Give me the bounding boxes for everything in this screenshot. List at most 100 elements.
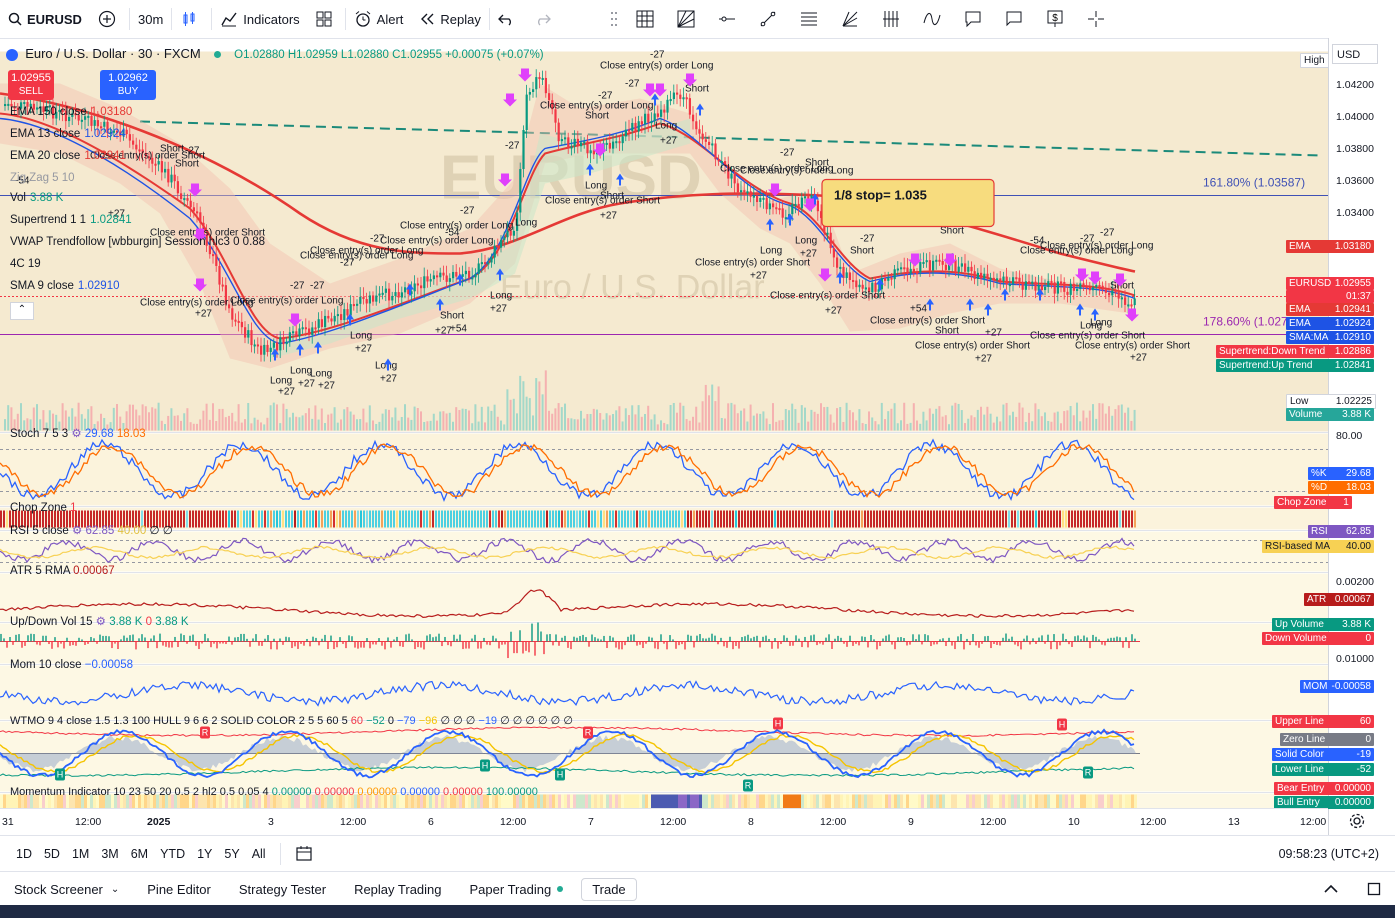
volume-bar — [570, 418, 573, 431]
volume-bar — [832, 422, 835, 431]
time-axis[interactable]: 31 12:00 2025 3 12:00 6 12:00 7 12:00 8 12:00 9 12:0… — [0, 808, 1328, 836]
range-button[interactable]: 5Y — [218, 847, 245, 861]
tab-stock-screener[interactable]: Stock Screener ⌄ — [0, 882, 133, 897]
updown-bar — [408, 633, 410, 642]
momind-value: 100.00000 — [485, 786, 538, 798]
trade-tag: Close entry(s) order Short — [870, 316, 985, 327]
legend-collapse-button[interactable]: ⌃ — [10, 302, 34, 320]
callout-button[interactable] — [955, 0, 996, 38]
chevron-down-icon: ⌄ — [110, 883, 120, 895]
range-button[interactable]: 1M — [66, 847, 95, 861]
interval-button[interactable]: 30m — [130, 0, 171, 38]
momind-legend[interactable]: Momentum Indicator 10 23 50 20 0.5 2 hl2… — [10, 786, 538, 798]
wtmo-legend[interactable]: WTMO 9 4 close 1.5 1.3 100 HULL 9 6 6 2 … — [10, 714, 573, 727]
settings-icon: ⚙ — [72, 525, 83, 537]
redo-button[interactable] — [527, 0, 564, 38]
volume-bar — [218, 408, 221, 431]
price-tick: 1.04000 — [1336, 111, 1374, 123]
range-button[interactable]: YTD — [154, 847, 191, 861]
expand-panel-button[interactable] — [1309, 884, 1353, 894]
undo-button[interactable] — [490, 0, 527, 38]
updown-bar — [456, 638, 458, 642]
tab-trade[interactable]: Trade — [581, 877, 637, 901]
atr-pane-bg — [0, 573, 1328, 622]
indicators-button[interactable]: Indicators — [212, 0, 307, 38]
legend-sma[interactable]: SMA 9 close 1.02910 — [10, 280, 265, 302]
horizontal-ray-button[interactable] — [709, 0, 750, 38]
tab-pine-editor[interactable]: Pine Editor — [133, 882, 225, 897]
updown-extra-value: 3.88 K — [155, 616, 189, 628]
tab-strategy-tester[interactable]: Strategy Tester — [225, 882, 340, 897]
stoch-tick: 80.00 — [1336, 430, 1363, 442]
crosshair-button[interactable] — [1078, 0, 1119, 38]
updown-bar — [810, 635, 812, 642]
legend-vwap[interactable]: VWAP Trendfollow [wbburgin] Session hlc3… — [10, 236, 265, 258]
rsi-legend[interactable]: RSI 5 close ⚙ 62.85 40.00 ∅ ∅ — [10, 523, 173, 537]
atr-legend[interactable]: ATR 5 RMA 0.00067 — [10, 565, 115, 577]
chop-legend[interactable]: Chop Zone 1 — [10, 502, 77, 514]
pnl-tag: -27 — [625, 79, 640, 90]
chop-bar — [1059, 510, 1061, 528]
gann-tool-button[interactable] — [668, 0, 709, 38]
mom-legend[interactable]: Mom 10 close −0.00058 — [10, 659, 133, 671]
replay-button[interactable]: Replay — [411, 0, 488, 38]
volume-bar — [752, 415, 755, 431]
price-label-button[interactable]: $ — [1037, 0, 1078, 38]
sell-button[interactable]: 1.02955 SELL — [8, 70, 54, 100]
fib-retracement-button[interactable] — [873, 0, 914, 38]
volume-bar — [688, 420, 691, 431]
range-button[interactable]: 1D — [10, 847, 38, 861]
legend-volume[interactable]: Vol 3.88 K — [10, 192, 265, 214]
stoch-legend[interactable]: Stoch 7 5 3 ⚙ 29.68 18.03 — [10, 426, 146, 440]
legend-4c[interactable]: 4C 19 — [10, 258, 265, 280]
legend-supertrend[interactable]: Supertrend 1 1 1.02841 — [10, 214, 265, 236]
updown-bar — [345, 641, 347, 649]
range-button[interactable]: 1Y — [191, 847, 218, 861]
range-button[interactable]: 5D — [38, 847, 66, 861]
date-range-button[interactable] — [289, 844, 319, 865]
drag-handle[interactable] — [606, 0, 627, 38]
table-tool-button[interactable] — [627, 0, 668, 38]
updown-bar — [132, 634, 134, 642]
fib-fan-button[interactable] — [832, 0, 873, 38]
updown-bar — [687, 634, 689, 642]
trend-line-button[interactable] — [750, 0, 791, 38]
volume-bar — [1066, 410, 1069, 431]
chop-bar — [354, 510, 356, 528]
range-button[interactable]: 6M — [125, 847, 154, 861]
updown-bar — [549, 634, 551, 642]
timezone-clock[interactable]: 09:58:23 (UTC+2) — [1279, 847, 1395, 861]
legend-ema150[interactable]: EMA 150 close 1.03180 — [10, 106, 265, 128]
volume-bar — [1018, 402, 1021, 431]
range-button[interactable]: All — [246, 847, 272, 861]
brush-button[interactable] — [914, 0, 955, 38]
alert-button[interactable]: Alert — [346, 0, 412, 38]
axis-settings-button[interactable] — [1348, 812, 1368, 832]
tab-paper-trading[interactable]: Paper Trading — [456, 882, 578, 897]
symbol-search[interactable]: EURUSD — [0, 0, 90, 38]
parallel-channel-button[interactable] — [791, 0, 832, 38]
chop-bar — [429, 510, 431, 528]
compare-button[interactable] — [90, 0, 129, 38]
trade-tag: Short — [440, 311, 464, 322]
range-button[interactable]: 3M — [95, 847, 124, 861]
chop-bar — [327, 510, 329, 528]
updown-bar — [354, 641, 356, 648]
volume-bar — [983, 414, 986, 431]
stop-annotation[interactable]: 1/8 stop= 1.035 — [821, 178, 995, 228]
comment-button[interactable] — [996, 0, 1037, 38]
volume-bar — [452, 421, 454, 431]
buy-button[interactable]: 1.02962 BUY — [100, 70, 156, 100]
currency-button[interactable]: USD — [1332, 44, 1378, 64]
tag-name: %D — [1311, 482, 1328, 493]
maximize-panel-button[interactable] — [1353, 882, 1395, 896]
legend-ema13[interactable]: EMA 13 close 1.02924 — [10, 128, 265, 150]
chop-bar — [972, 510, 974, 528]
updown-legend[interactable]: Up/Down Vol 15 ⚙ 3.88 K 0 3.88 K — [10, 614, 189, 628]
chart-type-button[interactable] — [172, 0, 211, 38]
tab-replay-trading[interactable]: Replay Trading — [340, 882, 455, 897]
legend-ema20[interactable]: EMA 20 close 1.02941 — [10, 150, 265, 172]
legend-zigzag[interactable]: Zig Zag 5 10 — [10, 172, 265, 192]
updown-bar — [1113, 637, 1115, 642]
templates-button[interactable] — [308, 0, 345, 38]
